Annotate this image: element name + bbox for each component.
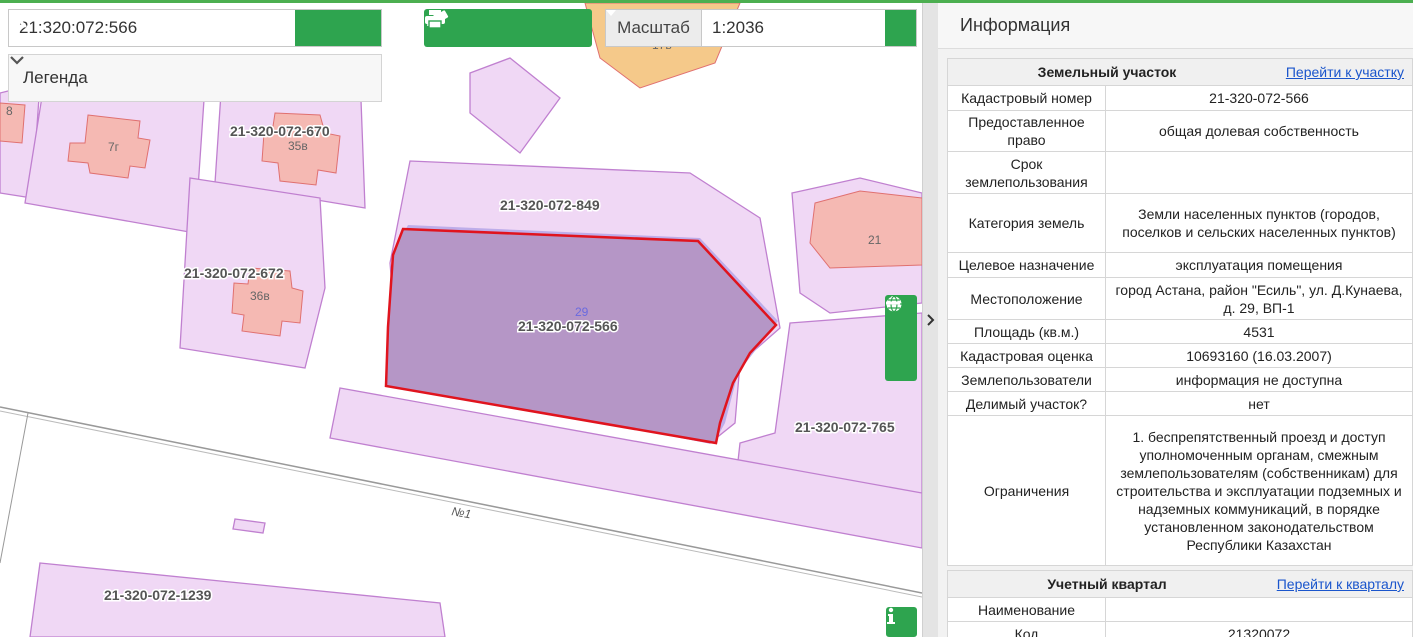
table-row: Срок землепользования	[947, 151, 1413, 194]
row-key: Срок землепользования	[947, 151, 1106, 194]
label-building-29: 29	[575, 305, 589, 319]
table-row: Площадь (кв.м.) 4531	[947, 319, 1413, 344]
table-row: Целевое назначение эксплуатация помещения	[947, 252, 1413, 278]
table-row: Землепользователи информация не доступна	[947, 367, 1413, 392]
parcel-1239[interactable]	[29, 562, 446, 637]
scale-label: Масштаб	[606, 10, 702, 46]
row-value	[1105, 597, 1413, 622]
scale-selector[interactable]: Масштаб 1:2036	[605, 9, 917, 47]
row-value	[1105, 151, 1413, 194]
table-row: Код 21320072	[947, 621, 1413, 637]
go-to-parcel-link[interactable]: Перейти к участку	[1286, 63, 1404, 81]
label-road: №1	[450, 504, 472, 521]
clear-search-button[interactable]	[10, 10, 338, 46]
table-row: Ограничения 1. беспрепятственный проезд и…	[947, 415, 1413, 566]
quarter-info-table: Учетный квартал Перейти к кварталу Наиме…	[947, 570, 1413, 637]
label-parcel-672: 21-320-072-672	[184, 265, 284, 281]
label-parcel-765: 21-320-072-765	[795, 419, 895, 435]
full-extent-button[interactable]	[885, 295, 917, 353]
row-key: Кадастровая оценка	[947, 343, 1106, 368]
info-panel: Информация Земельный участок Перейти к у…	[938, 3, 1413, 637]
chevron-right-icon	[926, 314, 934, 326]
row-key: Предоставленное право	[947, 110, 1106, 152]
search-input[interactable]	[9, 10, 295, 46]
row-key: Местоположение	[947, 277, 1106, 320]
row-key: Наименование	[947, 597, 1106, 622]
info-button[interactable]	[886, 607, 917, 637]
search-icon	[10, 11, 27, 28]
building-21	[809, 190, 922, 269]
map-canvas[interactable]: 21-320-072-670 21-320-072-849 21-320-072…	[0, 3, 922, 637]
label-parcel-1239: 21-320-072-1239	[104, 587, 212, 603]
row-value: общая долевая собственность	[1105, 110, 1413, 152]
draw-button[interactable]	[427, 9, 536, 47]
table-row: Местоположение город Астана, район "Есиль…	[947, 277, 1413, 320]
row-value: Земли населенных пунктов (городов, посел…	[1105, 193, 1413, 253]
search-button[interactable]	[10, 10, 381, 46]
print-button[interactable]	[425, 9, 592, 47]
label-building-7g: 7г	[108, 140, 120, 154]
chevron-down-icon	[10, 56, 24, 65]
row-value: 1. беспрепятственный проезд и доступ упо…	[1105, 415, 1413, 566]
table-row: Делимый участок? нет	[947, 391, 1413, 416]
search-bar	[8, 9, 382, 47]
label-parcel-670: 21-320-072-670	[230, 123, 330, 139]
panel-toggle[interactable]	[922, 3, 938, 637]
table-row: Наименование	[947, 597, 1413, 622]
table-header-row: Учетный квартал Перейти к кварталу	[947, 570, 1413, 598]
row-key: Код	[947, 621, 1106, 637]
table-header-row: Земельный участок Перейти к участку	[947, 58, 1413, 86]
scale-value[interactable]: 1:2036	[702, 10, 885, 46]
row-key: Кадастровый номер	[947, 85, 1106, 111]
legend-dropdown[interactable]: Легенда	[8, 54, 382, 102]
label-parcel-566: 21-320-072-566	[518, 318, 618, 334]
parcel-section-title: Земельный участок	[1037, 64, 1177, 80]
table-row: Категория земель Земли населенных пунктов…	[947, 193, 1413, 253]
printer-icon	[425, 10, 445, 29]
row-value: информация не доступна	[1105, 367, 1413, 392]
caret-down-icon	[606, 10, 616, 16]
row-value: город Астана, район "Есиль", ул. Д.Кунае…	[1105, 277, 1413, 320]
row-value: нет	[1105, 391, 1413, 416]
row-key: Ограничения	[947, 415, 1106, 566]
row-key: Площадь (кв.м.)	[947, 319, 1106, 344]
table-row: Кадастровая оценка 10693160 (16.03.2007)	[947, 343, 1413, 368]
row-value: 21320072	[1105, 621, 1413, 637]
row-value: 4531	[1105, 319, 1413, 344]
table-row: Кадастровый номер 21-320-072-566	[947, 85, 1413, 111]
row-key: Целевое назначение	[947, 252, 1106, 278]
zoom-controls	[885, 295, 917, 381]
label-building-36v: 36в	[250, 289, 270, 303]
label-building-21: 21	[868, 233, 882, 247]
label-building-8: 8	[6, 104, 13, 118]
label-parcel-849: 21-320-072-849	[500, 197, 600, 213]
row-key: Делимый участок?	[947, 391, 1106, 416]
parcel-info-table: Земельный участок Перейти к участку Када…	[947, 58, 1413, 566]
table-row: Предоставленное право общая долевая собст…	[947, 110, 1413, 152]
row-value: эксплуатация помещения	[1105, 252, 1413, 278]
panel-title: Информация	[938, 3, 1413, 49]
row-key: Землепользователи	[947, 367, 1106, 392]
label-building-35v: 35в	[288, 139, 308, 153]
zoom-out-button[interactable]	[885, 301, 917, 381]
row-value: 10693160 (16.03.2007)	[1105, 343, 1413, 368]
parcel-tiny	[232, 518, 266, 534]
row-key: Категория земель	[947, 193, 1106, 253]
row-value: 21-320-072-566	[1105, 85, 1413, 111]
road-line	[0, 412, 29, 564]
info-icon	[887, 607, 895, 624]
legend-label: Легенда	[23, 68, 88, 87]
minus-icon	[886, 301, 900, 305]
quarter-section-title: Учетный квартал	[1047, 576, 1167, 592]
go-to-quarter-link[interactable]: Перейти к кварталу	[1277, 575, 1404, 593]
parcel-small[interactable]	[469, 57, 561, 154]
scale-dropdown-button[interactable]	[606, 10, 916, 46]
map-toolbar	[424, 9, 592, 47]
